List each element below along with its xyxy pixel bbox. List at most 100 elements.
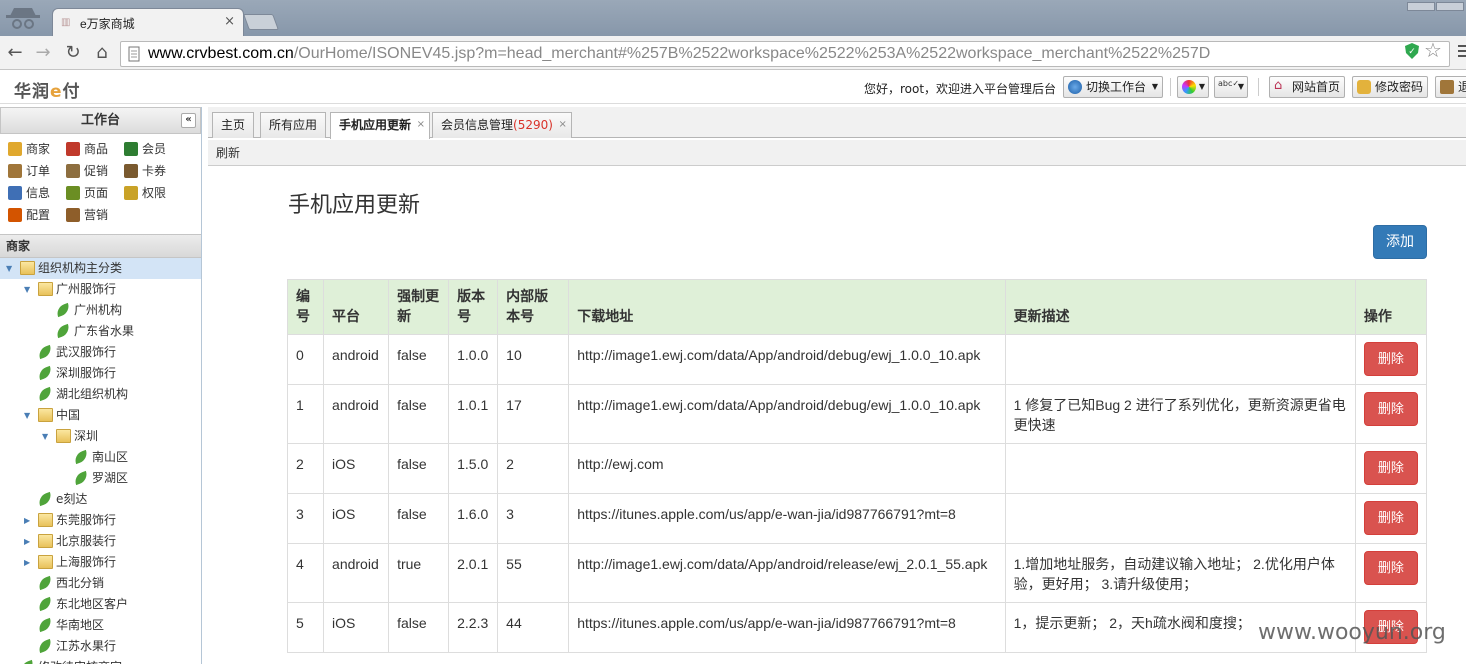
tree-node[interactable]: ▼ 深圳 <box>0 426 201 447</box>
tree-node-label: 广东省水果 <box>74 324 135 338</box>
tree-node[interactable]: 东北地区客户 <box>0 594 201 615</box>
cell-build: 17 <box>497 384 570 444</box>
module-label: 卡券 <box>142 164 167 178</box>
module-2[interactable]: 会员 <box>122 138 180 160</box>
collapsed-arrow-icon[interactable]: ▶ <box>24 552 30 573</box>
expanded-arrow-icon[interactable]: ▼ <box>24 405 30 426</box>
tree-node-label: 中国 <box>56 408 81 422</box>
tree-node[interactable]: 南山区 <box>0 447 201 468</box>
close-icon[interactable]: × <box>417 113 425 137</box>
tree-node[interactable]: ▶ 北京服装行 <box>0 531 201 552</box>
module-6[interactable]: 信息 <box>6 182 64 204</box>
tree-node[interactable]: 修改待审核商家 <box>0 657 201 664</box>
module-0[interactable]: 商家 <box>6 138 64 160</box>
theme-picker-button[interactable]: ▼ <box>1177 76 1209 98</box>
tree-node[interactable]: 江苏水果行 <box>0 636 201 657</box>
minimize-button[interactable] <box>1407 2 1435 11</box>
cell-url: http://ewj.com <box>568 443 1006 494</box>
collapsed-arrow-icon[interactable]: ▶ <box>24 510 30 531</box>
tree-node[interactable]: 华南地区 <box>0 615 201 636</box>
refresh-link[interactable]: 刷新 <box>216 146 240 160</box>
tree-node[interactable]: 广东省水果 <box>0 321 201 342</box>
address-bar[interactable]: www.crvbest.com.cn/OurHome/ISONEV45.jsp?… <box>120 41 1450 67</box>
order-icon <box>8 164 22 178</box>
home-icon[interactable]: ⌂ <box>91 42 113 64</box>
shield-icon[interactable]: ✓ <box>1403 42 1421 60</box>
crown-icon <box>8 142 22 156</box>
site-favicon-icon: ▥ <box>61 17 71 28</box>
content-tab-0[interactable]: 主页 <box>212 112 255 138</box>
collapse-icon[interactable]: « <box>181 113 196 128</box>
module-5[interactable]: 卡券 <box>122 160 180 182</box>
tree-node[interactable]: ▼ 中国 <box>0 405 201 426</box>
content-tab-1[interactable]: 所有应用 <box>260 112 327 138</box>
folder-icon <box>38 513 53 527</box>
switch-workspace-button[interactable]: 切换工作台 ▼ <box>1063 76 1164 98</box>
back-icon[interactable]: ← <box>4 42 26 64</box>
cell-actions: 删除 <box>1354 443 1428 494</box>
tree-node-label: 东北地区客户 <box>56 597 129 611</box>
tree-node[interactable]: ▶ 上海服饰行 <box>0 552 201 573</box>
content-tab-label: 主页 <box>221 118 246 132</box>
change-password-button[interactable]: 修改密码 <box>1352 76 1429 98</box>
bookmark-star-icon[interactable]: ☆ <box>1424 38 1442 62</box>
browser-tab[interactable]: ▥ e万家商城 × <box>52 8 244 36</box>
module-1[interactable]: 商品 <box>64 138 122 160</box>
tree-node-label: 江苏水果行 <box>56 639 117 653</box>
module-8[interactable]: 权限 <box>122 182 180 204</box>
leaf-icon <box>54 323 72 339</box>
tree-node[interactable]: ▶ 东莞服饰行 <box>0 510 201 531</box>
forward-icon[interactable]: → <box>32 42 54 64</box>
browser-menu-icon[interactable] <box>1458 42 1466 62</box>
table-row: 3 iOS false 1.6.0 3 https://itunes.apple.com/… <box>286 493 1428 544</box>
expanded-arrow-icon[interactable]: ▼ <box>6 258 12 279</box>
close-icon[interactable]: × <box>559 113 567 137</box>
tree-node[interactable]: 武汉服饰行 <box>0 342 201 363</box>
url-path: /OurHome/ISONEV45.jsp?m=head_merchant#%2… <box>293 45 1211 62</box>
table-header-row: 编号 平台 强制更新 版本号 内部版本号 下载地址 更新描述 操作 <box>286 279 1428 335</box>
table-row: 0 android false 1.0.0 10 http://image1.ewj.co… <box>286 334 1428 385</box>
tab-close-icon[interactable]: × <box>224 14 235 29</box>
tree-node[interactable]: 罗湖区 <box>0 468 201 489</box>
logo-suffix: 付 <box>62 82 81 102</box>
reload-icon[interactable]: ↻ <box>62 42 84 64</box>
tree-node[interactable]: ▼ 广州服饰行 <box>0 279 201 300</box>
module-3[interactable]: 订单 <box>6 160 64 182</box>
module-9[interactable]: 配置 <box>6 204 64 226</box>
delete-button[interactable]: 删除 <box>1363 451 1418 485</box>
folder-icon <box>38 534 53 548</box>
table-row: 4 android true 2.0.1 55 http://image1.ewj.com… <box>286 543 1428 603</box>
tree-node[interactable]: ▼ 组织机构主分类 <box>0 258 201 279</box>
tree-node[interactable]: 深圳服饰行 <box>0 363 201 384</box>
maximize-button[interactable] <box>1436 2 1464 11</box>
delete-button[interactable]: 删除 <box>1363 392 1418 426</box>
dropdown-arrow-icon: ▼ <box>1237 82 1244 91</box>
delete-button[interactable]: 删除 <box>1363 551 1418 585</box>
exit-button[interactable]: 退 <box>1435 76 1466 98</box>
folder-icon <box>20 261 35 275</box>
folder-icon <box>38 555 53 569</box>
cell-version: 2.0.1 <box>448 543 499 603</box>
add-button[interactable]: 添加 <box>1373 225 1427 259</box>
new-tab-button[interactable] <box>243 14 279 30</box>
tree-node[interactable]: 广州机构 <box>0 300 201 321</box>
expanded-arrow-icon[interactable]: ▼ <box>24 279 30 300</box>
site-home-button[interactable]: ⌂ 网站首页 <box>1269 76 1346 98</box>
delete-button[interactable]: 删除 <box>1363 342 1418 376</box>
module-7[interactable]: 页面 <box>64 182 122 204</box>
content-tab-2[interactable]: 手机应用更新 × <box>330 112 431 139</box>
module-4[interactable]: 促销 <box>64 160 122 182</box>
module-label: 商品 <box>84 142 109 156</box>
collapsed-arrow-icon[interactable]: ▶ <box>24 531 30 552</box>
cell-desc <box>1004 493 1356 544</box>
tree-node[interactable]: 湖北组织机构 <box>0 384 201 405</box>
expanded-arrow-icon[interactable]: ▼ <box>42 426 48 447</box>
delete-button[interactable]: 删除 <box>1363 501 1418 535</box>
cell-actions: 删除 <box>1354 384 1428 444</box>
tree-node[interactable]: e刻达 <box>0 489 201 510</box>
module-10[interactable]: 营销 <box>64 204 122 226</box>
content-tab-3[interactable]: 会员信息管理(5290) × <box>432 112 572 138</box>
language-button[interactable]: abc✓ ▼ <box>1214 76 1248 98</box>
page-icon <box>66 186 80 200</box>
tree-node[interactable]: 西北分销 <box>0 573 201 594</box>
